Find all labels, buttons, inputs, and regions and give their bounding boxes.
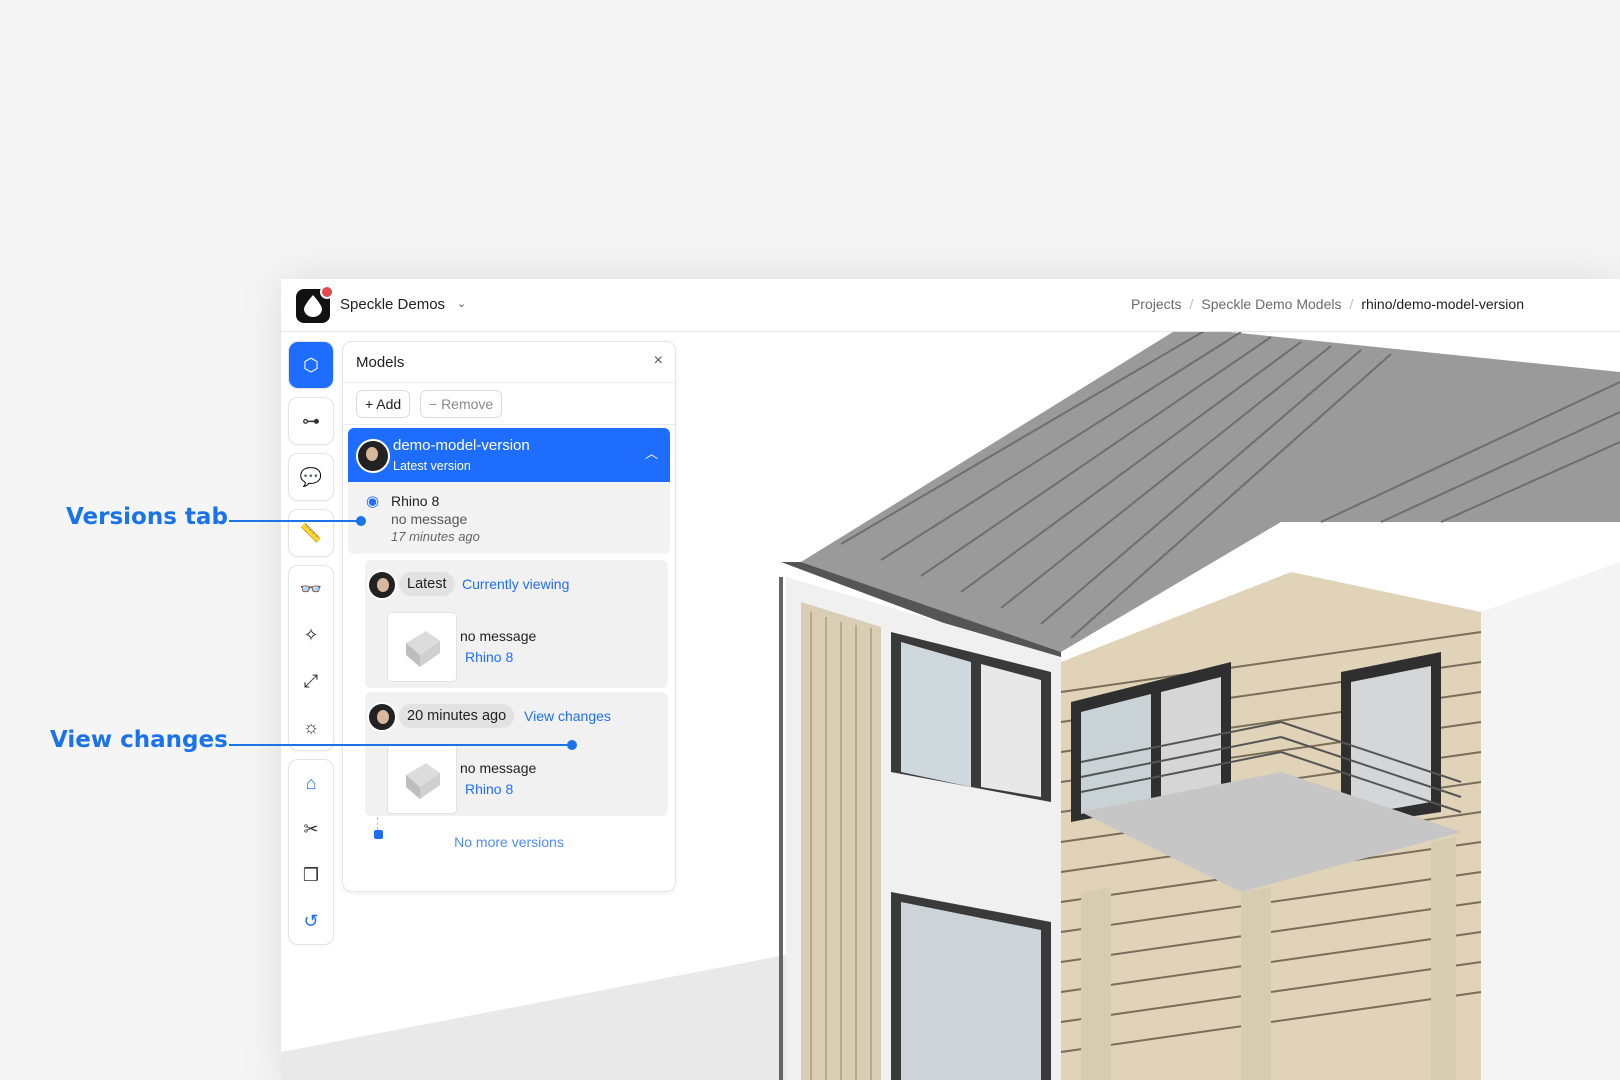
panel-header: Models × (343, 342, 675, 383)
comments-icon[interactable]: 💬 (289, 454, 333, 500)
avatar (367, 570, 397, 600)
no-more-versions: No more versions (454, 834, 564, 850)
scissors-icon[interactable]: ✂ (289, 806, 333, 852)
callout-dot (356, 516, 366, 526)
cubes-icon[interactable]: ❒ (289, 852, 333, 898)
version-source[interactable]: Rhino 8 (465, 781, 513, 797)
version-message: no message (460, 760, 537, 776)
model-source: Rhino 8 (391, 493, 440, 509)
explode-icon[interactable]: ✧ (289, 612, 333, 658)
cube-icon[interactable]: ⬡ (289, 342, 333, 388)
toolbar-group-view: 👓 ✧ ⤢ ☼ (288, 565, 334, 751)
chevron-up-icon[interactable]: ︿ (645, 443, 658, 462)
top-bar: Speckle Demos ⌄ Projects / Speckle Demo … (281, 279, 1620, 332)
callout-view-changes: View changes (50, 727, 228, 753)
remove-button[interactable]: − Remove (420, 390, 503, 418)
panel-actions: + Add − Remove (343, 383, 675, 425)
toolbar-group-comments: 💬 (288, 453, 334, 501)
model-name: demo-model-version (393, 437, 530, 454)
add-button[interactable]: + Add (356, 390, 411, 418)
callout-dot (567, 740, 577, 750)
callout-versions-tab: Versions tab (66, 504, 228, 530)
toolbar-group-tree: ⊶ (288, 397, 334, 445)
toolbar-group-measure: 📏 (288, 509, 334, 557)
models-panel: Models × + Add − Remove demo-model-versi… (342, 341, 676, 892)
toolbar-group-tools: ⌂ ✂ ❒ ↺ (288, 759, 334, 945)
avatar (356, 439, 390, 473)
glasses-icon[interactable]: 👓 (289, 566, 333, 612)
scene-tree-icon[interactable]: ⊶ (289, 398, 333, 444)
panel-title: Models (356, 354, 405, 371)
version-message: no message (460, 628, 537, 644)
toolbar-group-main: ⬡ (288, 341, 334, 389)
breadcrumb-separator: / (1349, 296, 1354, 312)
model-card[interactable]: demo-model-version Latest version ︿ ◉ Rh… (348, 428, 670, 554)
viewer-window: Speckle Demos ⌄ Projects / Speckle Demo … (281, 279, 1620, 1080)
close-icon[interactable]: × (654, 352, 663, 370)
version-link[interactable]: Currently viewing (462, 576, 569, 592)
breadcrumb-model: rhino/demo-model-version (1361, 296, 1524, 312)
workspace-name[interactable]: Speckle Demos (340, 296, 445, 313)
callout-line (229, 520, 361, 522)
version-source[interactable]: Rhino 8 (465, 649, 513, 665)
section-box-icon[interactable]: ⌂ (289, 760, 333, 806)
model-message: no message (391, 511, 468, 527)
breadcrumb-projects[interactable]: Projects (1131, 296, 1182, 312)
eye-icon[interactable]: ◉ (366, 492, 379, 510)
breadcrumb-separator: / (1189, 296, 1194, 312)
avatar (367, 702, 397, 732)
undo-icon[interactable]: ↺ (289, 898, 333, 944)
zoom-extents-icon[interactable]: ⤢ (289, 658, 333, 704)
breadcrumb-project[interactable]: Speckle Demo Models (1201, 296, 1341, 312)
speckle-logo[interactable] (296, 285, 334, 323)
version-pill: Latest (399, 572, 455, 596)
version-item[interactable]: 20 minutes ago View changes no message R… (365, 692, 668, 816)
model-time: 17 minutes ago (391, 529, 480, 544)
version-pill: 20 minutes ago (399, 704, 515, 728)
model-header[interactable]: demo-model-version Latest version ︿ (348, 428, 670, 482)
version-thumbnail[interactable] (387, 744, 457, 814)
breadcrumb: Projects / Speckle Demo Models / rhino/d… (1131, 296, 1524, 312)
measure-icon[interactable]: 📏 (289, 510, 333, 556)
view-changes-link[interactable]: View changes (524, 708, 611, 724)
chevron-down-icon[interactable]: ⌄ (457, 297, 466, 310)
viewer-toolbar: ⬡ ⊶ 💬 📏 👓 ✧ ⤢ ☼ ⌂ ✂ ❒ ↺ (288, 341, 334, 953)
version-thumbnail[interactable] (387, 612, 457, 682)
notification-dot (320, 285, 334, 299)
callout-line (229, 744, 572, 746)
model-subtitle: Latest version (393, 459, 471, 473)
version-item[interactable]: Latest Currently viewing no message Rhin… (365, 560, 668, 688)
